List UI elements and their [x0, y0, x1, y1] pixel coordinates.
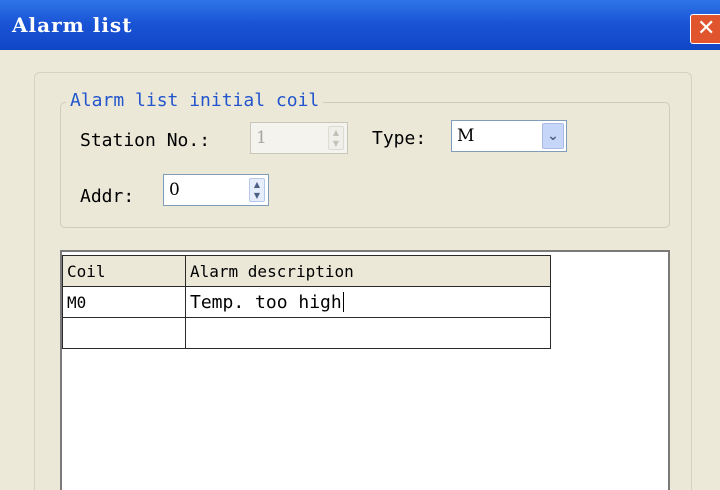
- description-cell[interactable]: Temp. too high: [185, 286, 551, 318]
- alarm-grid[interactable]: Coil Alarm description M0 Temp. too high: [62, 255, 551, 349]
- window-title: Alarm list: [12, 13, 133, 37]
- close-button[interactable]: ✕: [690, 14, 720, 44]
- text-caret: [342, 291, 344, 312]
- station-spin-buttons: ▲ ▼: [328, 126, 344, 150]
- station-number-spinbox[interactable]: 1 ▲ ▼: [250, 122, 348, 154]
- table-row[interactable]: [62, 317, 551, 349]
- addr-value: 0: [169, 180, 180, 200]
- column-header-description[interactable]: Alarm description: [185, 255, 551, 287]
- spin-down-icon[interactable]: ▼: [250, 191, 264, 201]
- coil-cell[interactable]: M0: [62, 286, 186, 318]
- spin-up-icon[interactable]: ▲: [250, 180, 264, 190]
- addr-spin-buttons[interactable]: ▲ ▼: [249, 178, 265, 202]
- close-icon: ✕: [697, 16, 716, 41]
- addr-label: Addr:: [80, 186, 135, 207]
- chevron-down-icon: ⌄: [547, 128, 559, 144]
- coil-cell[interactable]: [62, 317, 186, 349]
- column-header-coil[interactable]: Coil: [62, 255, 186, 287]
- spin-up-icon: ▲: [332, 128, 340, 137]
- type-value: M: [457, 126, 475, 146]
- table-row[interactable]: M0 Temp. too high: [62, 286, 551, 318]
- type-dropdown[interactable]: M ⌄: [451, 120, 567, 152]
- groupbox-legend: Alarm list initial coil: [66, 90, 324, 111]
- spin-down-icon: ▼: [332, 139, 340, 148]
- addr-spinbox[interactable]: 0 ▲ ▼: [163, 174, 269, 206]
- station-number-value: 1: [256, 128, 267, 148]
- description-cell[interactable]: [185, 317, 551, 349]
- title-bar[interactable]: Alarm list: [0, 0, 720, 50]
- station-label: Station No.:: [80, 130, 211, 151]
- description-text: Temp. too high: [190, 291, 342, 313]
- initial-coil-groupbox: [60, 102, 670, 228]
- type-dropdown-button[interactable]: ⌄: [542, 123, 564, 149]
- type-label: Type:: [372, 128, 427, 149]
